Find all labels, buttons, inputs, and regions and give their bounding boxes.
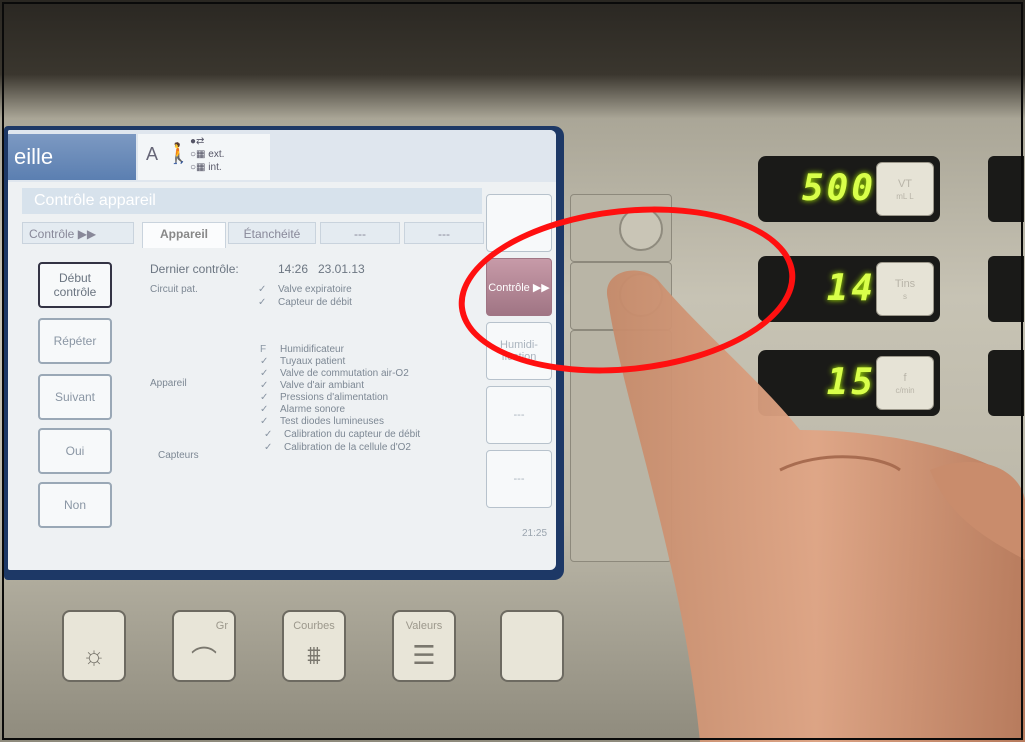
check-label: Valve d'air ambiant [280,380,364,391]
status-int: ○▦ int. [190,162,222,173]
right-button-1[interactable] [486,194,552,252]
last-check-time: 14:26 [278,262,309,276]
tab-empty-2[interactable]: --- [404,222,484,244]
check-mark: ✓ [260,368,269,379]
readout-edge [988,350,1024,416]
unit-label: VT [897,177,913,190]
screen-top-bar: eille A 🚶 ●⇄ ○▦ ext. ○▦ int. [8,130,556,182]
key-label: Valeurs [405,620,443,632]
touch-screen: eille A 🚶 ●⇄ ○▦ ext. ○▦ int. Contrôle ap… [8,130,556,570]
status-panel: A 🚶 ●⇄ ○▦ ext. ○▦ int. [138,134,270,180]
last-check-date: 23.01.13 [318,262,365,276]
control-button[interactable]: Contrôle ▶▶ [486,258,552,316]
unit-label: Tins [894,277,916,290]
check-label: Valve de commutation air-O2 [280,368,409,379]
brightness-icon: ☼ [82,640,106,670]
last-check-label: Dernier contrôle: [150,262,239,276]
status-int-label: int. [208,162,222,173]
group-circuit: Circuit pat. [150,284,198,295]
unit-sub: mL L [896,191,914,201]
status-ext: ○▦ ext. [190,149,225,160]
readout-tins: 14 Tins s [758,256,940,322]
tab-empty-1[interactable]: --- [320,222,400,244]
hardware-slot-3 [570,330,672,562]
knuckle-shape [779,455,901,472]
check-content: Dernier contrôle: 14:26 23.01.13 Circuit… [128,248,484,548]
readout-f: 15 f c/min [758,350,940,416]
check-mark: ✓ [260,416,269,427]
values-key[interactable]: Valeurs ☰ [392,610,456,682]
tab-row: Contrôle ▶▶ Appareil Étanchéité --- --- [22,222,484,248]
finger-shape [930,461,1025,560]
brightness-key[interactable]: ☼ [62,610,126,682]
hardware-slot-1 [570,194,672,262]
hardware-knob-1[interactable] [619,207,663,251]
right-button-column: Contrôle ▶▶ Humidi- fication --- --- [486,194,556,550]
check-label: Calibration du capteur de débit [284,429,421,440]
ventilator-front-panel: eille A 🚶 ●⇄ ○▦ ext. ○▦ int. Contrôle ap… [0,0,1025,742]
person-icon: 🚶 [166,143,191,165]
check-label: Alarme sonore [280,404,346,415]
check-label: Pressions d'alimentation [280,392,389,403]
readout-edge [988,256,1024,322]
check-mark: ✓ [264,442,273,453]
yes-button[interactable]: Oui [38,428,112,474]
tab-controle[interactable]: Contrôle ▶▶ [22,222,134,244]
no-button[interactable]: Non [38,482,112,528]
key-label: Courbes [293,620,335,632]
humidification-button[interactable]: Humidi- fication [486,322,552,380]
group-appareil: Appareil [150,378,187,389]
section-title: Contrôle appareil [22,188,482,214]
curves-key[interactable]: Courbes ⩩ [282,610,346,682]
check-label: Calibration de la cellule d'O2 [284,442,411,453]
check-mark: ✓ [264,429,273,440]
led-value: 500 [801,168,876,209]
hardware-knob-2[interactable] [619,273,663,317]
readout-edge [988,156,1024,222]
tab-etancheite[interactable]: Étanchéité [228,222,316,244]
unit-label: f [903,371,907,384]
unit-sub: c/min [895,385,915,395]
check-label: Test diodes lumineuses [280,416,384,427]
status-plug-icon: ●⇄ [190,136,205,147]
next-button[interactable]: Suivant [38,374,112,420]
check-mark: ✓ [260,392,269,403]
curves-icon: ⩩ [307,640,321,670]
check-label: Humidificateur [280,344,344,355]
blank-key[interactable] [500,610,564,682]
tins-button[interactable]: Tins s [876,262,934,316]
right-button-5[interactable]: --- [486,450,552,508]
check-mark: ✓ [258,284,267,295]
status-ext-label: ext. [208,149,225,160]
curve-icon: ⌒ [190,645,217,675]
clock: 21:25 [522,528,548,539]
key-label: Gr [215,620,228,632]
repeat-button[interactable]: Répéter [38,318,112,364]
mode-tab[interactable]: eille [8,134,136,180]
check-mark: ✓ [260,356,269,367]
check-label: Valve expiratoire [278,284,352,295]
check-mark: ✓ [260,380,269,391]
touch-screen-bezel: eille A 🚶 ●⇄ ○▦ ext. ○▦ int. Contrôle ap… [4,126,564,580]
start-check-button[interactable]: Début contrôle [38,262,112,308]
vt-button[interactable]: VT mL L [876,162,934,216]
status-letter: A [146,144,159,164]
readout-vt: 500 VT mL L [758,156,940,222]
f-button[interactable]: f c/min [876,356,934,410]
graph-key[interactable]: Gr ⌒ [172,610,236,682]
check-mark: F [260,344,267,355]
check-mark: ✓ [260,404,269,415]
right-button-4[interactable]: --- [486,386,552,444]
hardware-slot-2 [570,262,672,330]
check-label: Tuyaux patient [280,356,346,367]
values-icon: ☰ [412,640,436,670]
check-mark: ✓ [258,297,267,308]
tab-appareil[interactable]: Appareil [142,222,226,248]
left-button-column: Début contrôle Répéter Suivant Oui Non [22,248,122,548]
led-value: 15 [826,362,876,403]
check-label: Capteur de débit [278,297,352,308]
unit-sub: s [903,291,907,301]
led-value: 14 [826,268,876,309]
group-capteurs: Capteurs [158,450,199,461]
